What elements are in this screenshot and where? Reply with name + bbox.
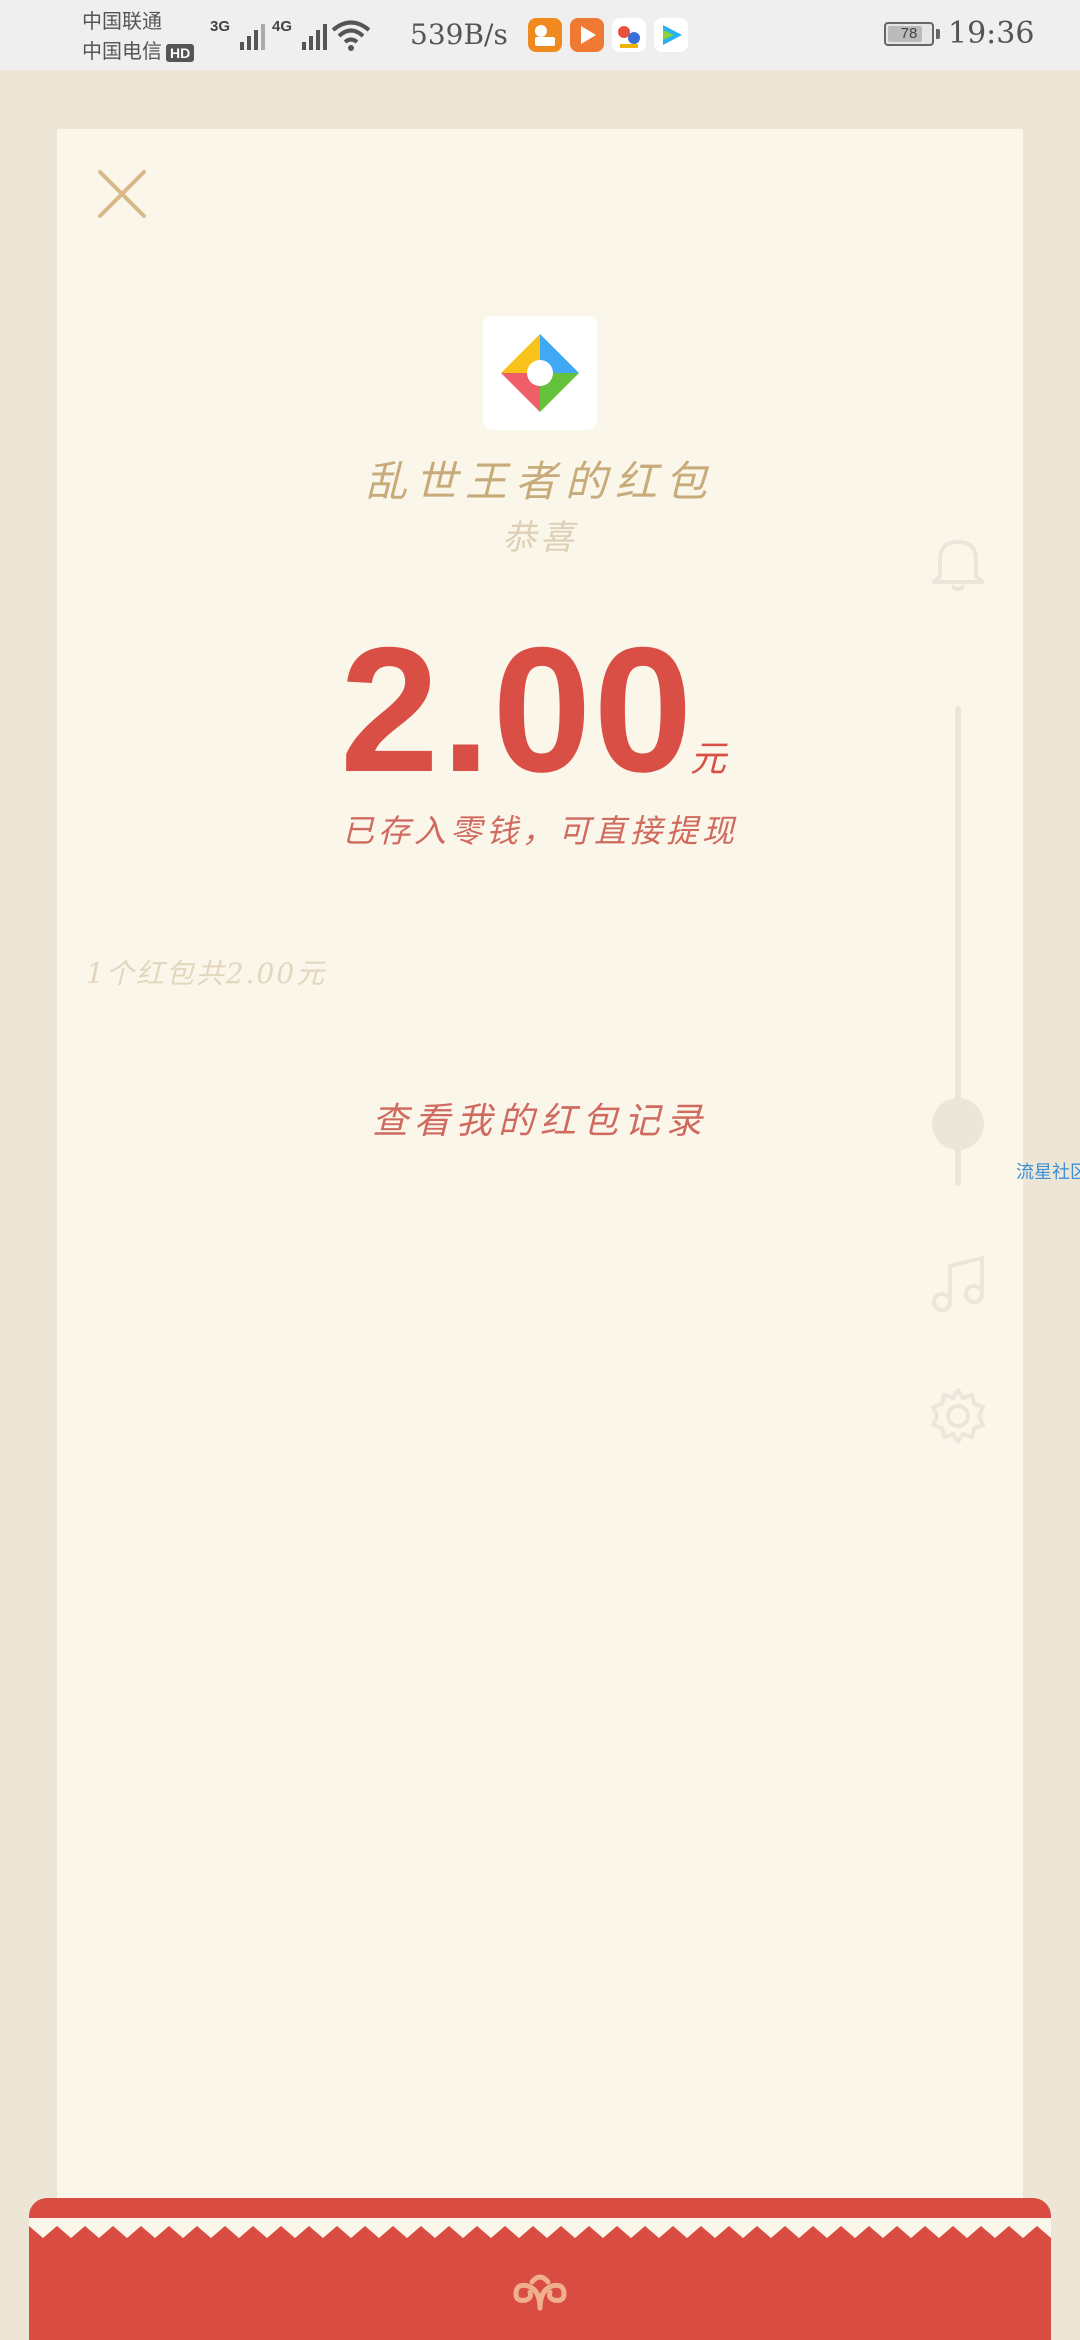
greeting-text: 恭喜: [502, 518, 578, 558]
carrier-2: 中国电信: [82, 39, 162, 63]
gear-icon: [931, 1388, 985, 1444]
amount-unit: 元: [690, 739, 727, 780]
carrier-1: 中国联通: [82, 9, 162, 33]
battery-tip: [936, 29, 940, 39]
close-button[interactable]: [96, 168, 148, 220]
status-bar: 中国联通 中国电信 HD 3G 4G 539B/s 78 19:36: [0, 0, 1080, 70]
wifi-icon: [330, 18, 372, 58]
carrier-info: 中国联通 中国电信 HD: [82, 6, 195, 66]
game-app-icon: [612, 18, 646, 52]
app-logo-icon: [501, 334, 579, 412]
battery-icon: 78: [884, 22, 934, 46]
view-records-link[interactable]: 查看我的红包记录: [0, 1092, 1080, 1144]
battery-text: 78: [900, 25, 918, 42]
packet-summary: 1个红包共2.00元: [86, 957, 327, 990]
volume-slider-knob[interactable]: [932, 1098, 984, 1150]
zigzag-edge: [29, 2218, 1051, 2238]
amount-value: 2.00: [340, 610, 695, 809]
hd-badge: HD: [166, 44, 195, 62]
sender-title: 乱世王者的红包: [364, 457, 715, 506]
stored-note: 已存入零钱，可直接提现: [341, 812, 738, 850]
bell-button[interactable]: [930, 530, 986, 594]
floating-community-label[interactable]: 流星社区: [1016, 1158, 1080, 1184]
network-speed: 539B/s: [410, 18, 508, 51]
clock: 19:36: [948, 16, 1035, 51]
settings-button[interactable]: [928, 1386, 988, 1446]
bell-icon: [932, 540, 984, 591]
tencent-video-app-icon: [654, 18, 688, 52]
music-button[interactable]: [928, 1254, 988, 1316]
app-logo: [483, 316, 597, 430]
video-app-icon: [570, 18, 604, 52]
footer-ornament-icon: [508, 2270, 572, 2314]
music-icon: [932, 1255, 984, 1312]
kuaishou-app-icon: [528, 18, 562, 52]
close-icon: [98, 170, 146, 218]
red-packet-footer: [29, 2198, 1051, 2340]
